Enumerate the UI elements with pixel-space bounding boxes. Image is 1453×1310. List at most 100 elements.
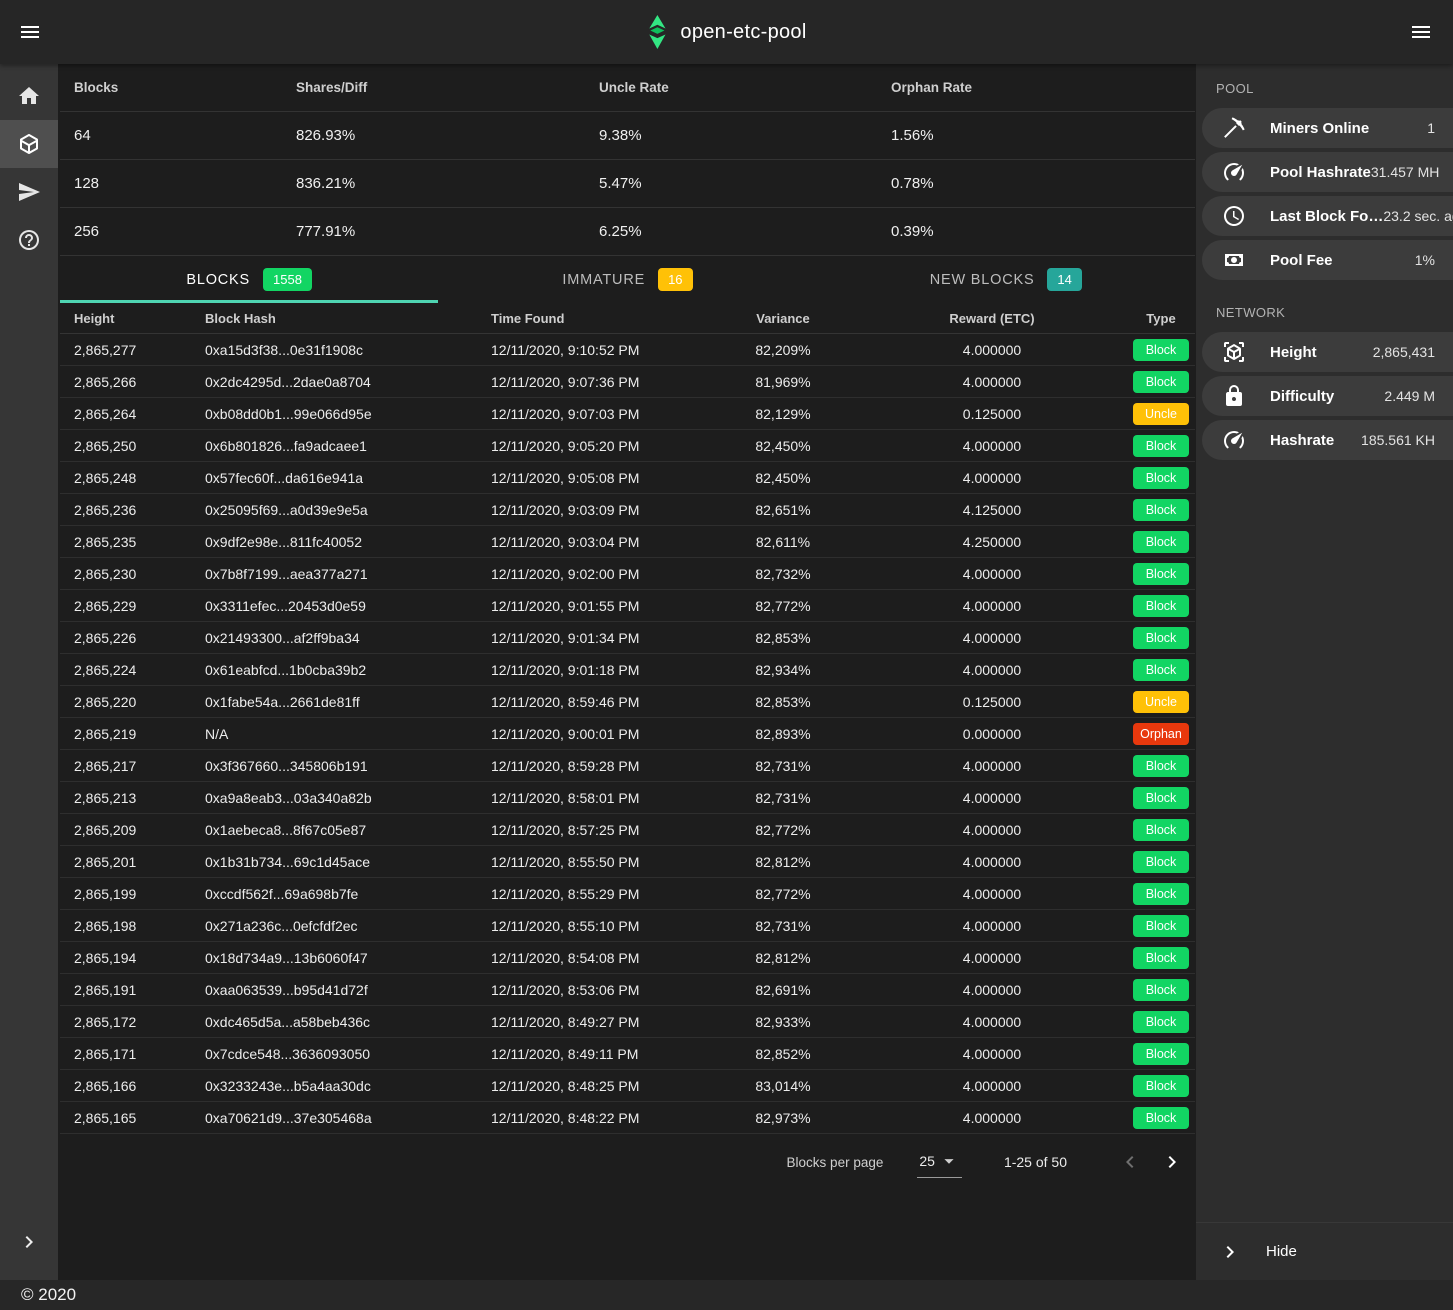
cell-block-hash[interactable]: 0x18d734a9...13b6060f47 [191,950,477,966]
cell-block-hash[interactable]: 0x1aebeca8...8f67c05e87 [191,822,477,838]
cell-block-hash[interactable]: 0x9df2e98e...811fc40052 [191,534,477,550]
cell-time-found: 12/11/2020, 9:05:20 PM [477,438,709,454]
next-page-button[interactable] [1151,1141,1193,1183]
cell-block-hash[interactable]: N/A [191,726,477,742]
cell-block-hash[interactable]: 0xa70621d9...37e305468a [191,1110,477,1126]
col-header-type: Type [1127,311,1195,326]
tab-label: IMMATURE [562,272,645,288]
cell-variance: 82,731% [709,790,857,806]
nav-item-blocks[interactable] [0,120,58,168]
cell-block-hash[interactable]: 0x3311efec...20453d0e59 [191,598,477,614]
table-row: 2,865,194 0x18d734a9...13b6060f47 12/11/… [60,942,1195,974]
cell-reward: 4.000000 [857,1110,1127,1126]
tab[interactable]: NEW BLOCKS 14 [817,256,1195,303]
table-row: 2,865,248 0x57fec60f...da616e941a 12/11/… [60,462,1195,494]
cell-time-found: 12/11/2020, 9:01:18 PM [477,662,709,678]
cell-height: 2,865,226 [60,630,191,646]
right-menu-icon[interactable] [1397,8,1445,56]
per-page-select[interactable]: 25 [917,1147,962,1178]
tab[interactable]: BLOCKS 1558 [60,256,438,303]
nav-item-payments[interactable] [0,168,58,216]
cell-block-hash[interactable]: 0xb08dd0b1...99e066d95e [191,406,477,422]
type-badge: Block [1133,979,1189,1001]
type-badge: Block [1133,595,1189,617]
cell-type: Block [1127,659,1195,681]
cell-block-hash[interactable]: 0xa9a8eab3...03a340a82b [191,790,477,806]
cell-height: 2,865,224 [60,662,191,678]
blocks-table-body: 2,865,277 0xa15d3f38...0e31f1908c 12/11/… [60,334,1196,1134]
stats-panel: POOL Miners Online 1 Pool Hashrate 31.45… [1196,64,1453,1280]
cell-block-hash[interactable]: 0x7b8f7199...aea377a271 [191,566,477,582]
per-page-value: 25 [919,1153,935,1169]
cell-variance: 82,450% [709,438,857,454]
table-row: 2,865,224 0x61eabfcd...1b0cba39b2 12/11/… [60,654,1195,686]
cell-time-found: 12/11/2020, 8:59:28 PM [477,758,709,774]
cell-block-hash[interactable]: 0x271a236c...0efcfdf2ec [191,918,477,934]
pool-items: Miners Online 1 Pool Hashrate 31.457 MH … [1196,108,1453,280]
cell-variance: 82,651% [709,502,857,518]
cell-block-hash[interactable]: 0x1fabe54a...2661de81ff [191,694,477,710]
cell-type: Block [1127,435,1195,457]
cell-variance: 82,772% [709,822,857,838]
cell-block-hash[interactable]: 0x7cdce548...3636093050 [191,1046,477,1062]
cell-type: Block [1127,787,1195,809]
hide-panel-button[interactable]: Hide [1196,1222,1453,1280]
cell-block-hash[interactable]: 0xdc465d5a...a58beb436c [191,1014,477,1030]
cell-reward: 4.250000 [857,534,1127,550]
cell-height: 2,865,172 [60,1014,191,1030]
cell-block-hash[interactable]: 0x3f367660...345806b191 [191,758,477,774]
cell-block-hash[interactable]: 0x6b801826...fa9adcaee1 [191,438,477,454]
luck-stats-row: 128 836.21% 5.47% 0.78% [60,160,1195,208]
blocks-tabs: BLOCKS 1558 IMMATURE 16 NEW BLOCKS 14 [60,256,1195,303]
type-badge: Block [1133,531,1189,553]
pagination-bar: Blocks per page 25 1-25 of 50 [60,1134,1195,1190]
cell-block-hash[interactable]: 0x61eabfcd...1b0cba39b2 [191,662,477,678]
menu-icon[interactable] [6,8,54,56]
cell-block-hash[interactable]: 0x2dc4295d...2dae0a8704 [191,374,477,390]
cell-type: Block [1127,819,1195,841]
cell-block-hash[interactable]: 0xccdf562f...69a698b7fe [191,886,477,902]
stat-label: Pool Fee [1270,252,1333,269]
cell-reward: 4.000000 [857,438,1127,454]
cell-block-hash[interactable]: 0xaa063539...b95d41d72f [191,982,477,998]
cell-reward: 4.000000 [857,950,1127,966]
type-badge: Block [1133,915,1189,937]
type-badge: Block [1133,787,1189,809]
cell-reward: 4.000000 [857,758,1127,774]
prev-page-button[interactable] [1109,1141,1151,1183]
cell-type: Orphan [1127,723,1195,745]
cell-time-found: 12/11/2020, 8:54:08 PM [477,950,709,966]
table-row: 2,865,220 0x1fabe54a...2661de81ff 12/11/… [60,686,1195,718]
cell-time-found: 12/11/2020, 9:03:04 PM [477,534,709,550]
cell-block-hash[interactable]: 0x3233243e...b5a4aa30dc [191,1078,477,1094]
cell-height: 2,865,236 [60,502,191,518]
cell-block-hash[interactable]: 0x1b31b734...69c1d45ace [191,854,477,870]
table-row: 2,865,201 0x1b31b734...69c1d45ace 12/11/… [60,846,1195,878]
table-row: 2,865,191 0xaa063539...b95d41d72f 12/11/… [60,974,1195,1006]
tab[interactable]: IMMATURE 16 [438,256,816,303]
table-row: 2,865,250 0x6b801826...fa9adcaee1 12/11/… [60,430,1195,462]
cell-variance: 82,691% [709,982,857,998]
cell-height: 2,865,201 [60,854,191,870]
cell-block-hash[interactable]: 0x25095f69...a0d39e9e5a [191,502,477,518]
cell-block-hash[interactable]: 0xa15d3f38...0e31f1908c [191,342,477,358]
cell-variance: 82,812% [709,950,857,966]
etc-logo-icon [646,15,667,49]
top-app-bar: open-etc-pool [0,0,1453,64]
col-header-reward: Reward (ETC) [857,311,1127,326]
cell-variance: 82,732% [709,566,857,582]
blocks-table-header: Height Block Hash Time Found Variance Re… [60,303,1195,334]
network-section-label: NETWORK [1196,284,1453,328]
cell-block-hash[interactable]: 0x57fec60f...da616e941a [191,470,477,486]
chevron-right-icon [1218,1240,1242,1264]
cell-reward: 4.000000 [857,374,1127,390]
table-row: 2,865,236 0x25095f69...a0d39e9e5a 12/11/… [60,494,1195,526]
nav-item-home[interactable] [0,72,58,120]
tab-label: NEW BLOCKS [930,272,1035,288]
stat-label: Last Block Fo… [1270,208,1383,225]
cell-height: 2,865,199 [60,886,191,902]
cell-reward: 4.000000 [857,566,1127,582]
nav-item-help[interactable] [0,216,58,264]
rail-expand-button[interactable] [0,1218,58,1266]
cell-block-hash[interactable]: 0x21493300...af2ff9ba34 [191,630,477,646]
